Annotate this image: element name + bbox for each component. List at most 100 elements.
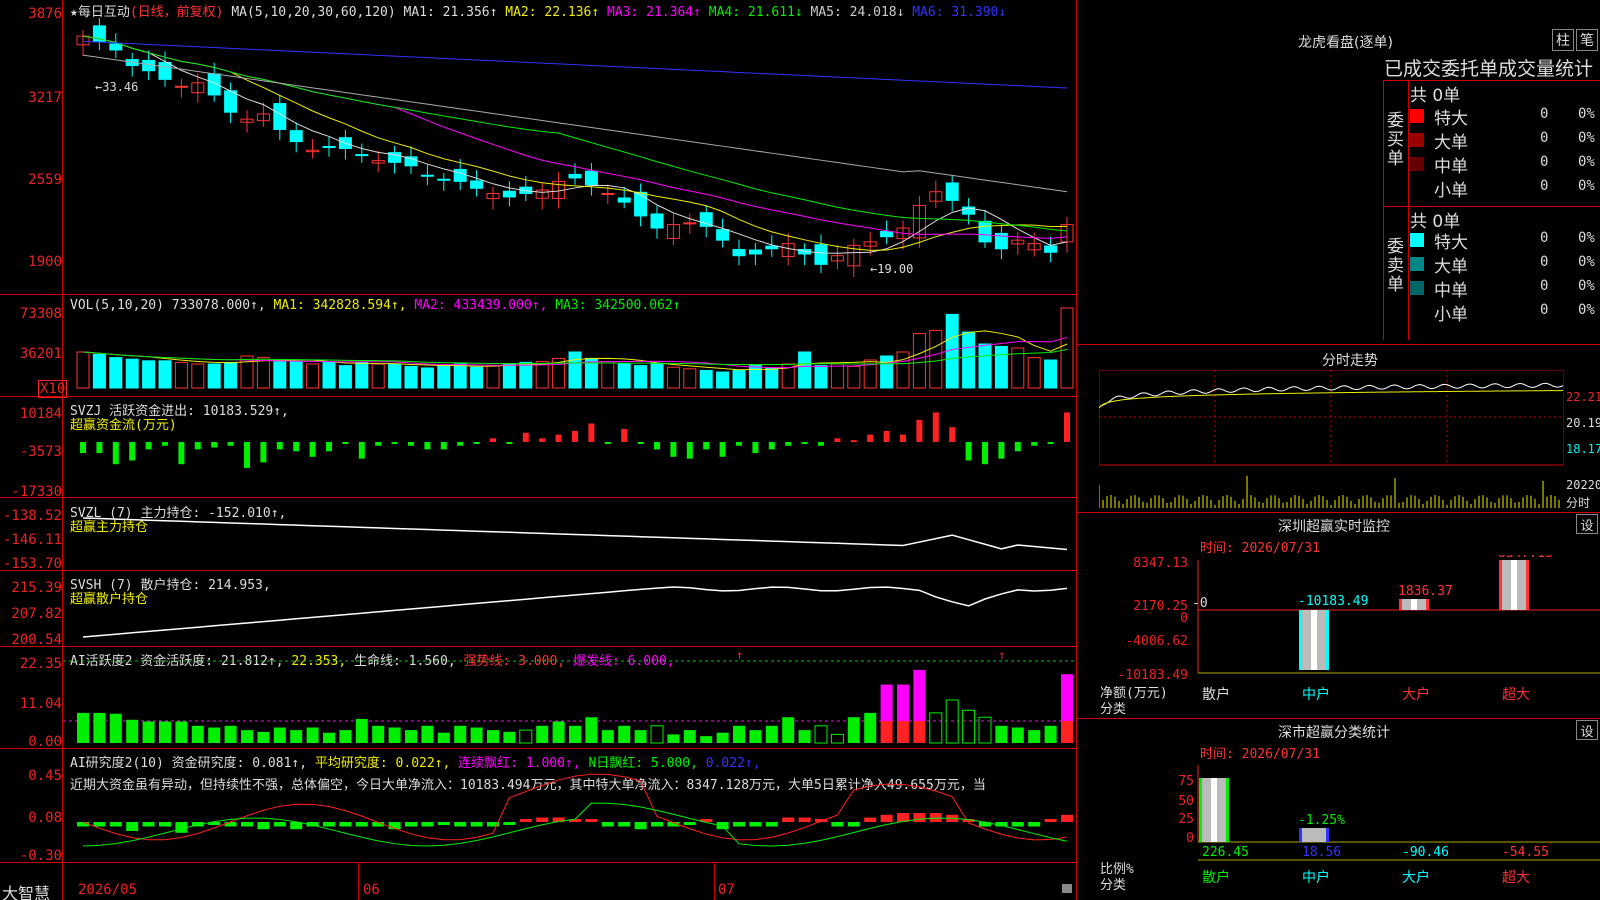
intraday-chart[interactable] (1099, 370, 1564, 510)
svzj-bar (506, 442, 513, 444)
ss-bar-sanhu-edge (1199, 778, 1202, 842)
volume-bar (880, 355, 894, 389)
svzj-bar (654, 442, 660, 450)
volume-bar (1044, 359, 1058, 389)
svzl-chart[interactable] (63, 498, 1076, 570)
candlestick-chart[interactable] (63, 18, 1076, 293)
sz-val-chaoda: 8347.13 (1498, 555, 1553, 561)
ai2-bar (798, 817, 811, 822)
svzj-bar (555, 434, 562, 442)
volume-bar (470, 366, 484, 389)
ai1-bar (749, 730, 762, 743)
sz-bar-dahu-hl (1411, 599, 1417, 610)
svzj-ytick-1: 10184 (19, 406, 62, 422)
ai2-bar (634, 822, 647, 830)
volume-bar (224, 361, 238, 389)
ai1-bar (93, 712, 106, 743)
ss-stats-chart[interactable]: 75 50 25 0 -1.25% 226.45 18.56 -90.46 -54.55 散户 中户… (1076, 760, 1600, 900)
candle-body (453, 168, 467, 182)
ai2-chart[interactable] (63, 749, 1076, 862)
svzj-bar (588, 423, 595, 442)
svzj-bar (949, 427, 956, 442)
ss-settings-button[interactable]: 设 (1576, 720, 1598, 740)
ai1-bar-top (1061, 674, 1073, 721)
ai1-bar (126, 719, 139, 743)
ai1-bar (109, 713, 122, 743)
ai1-bar (995, 725, 1008, 743)
sz-cat-0: 散户 (1202, 686, 1230, 703)
ai2-bar (142, 822, 155, 827)
ai1-bar (339, 730, 352, 743)
sz-unit-2: 分类 (1100, 702, 1127, 717)
volume-bar (765, 367, 779, 389)
sell-row-swatch (1410, 257, 1424, 271)
candle-body (634, 191, 648, 217)
candle-body (601, 192, 615, 195)
sell-row-count: 0 (1540, 254, 1549, 270)
buy-label: 委买单 (1387, 111, 1404, 169)
volume-bar (273, 361, 287, 389)
sz-settings-button[interactable]: 设 (1576, 514, 1598, 534)
candle-body (174, 85, 188, 88)
ai1-bar (634, 730, 647, 743)
volume-bar (109, 357, 123, 389)
lhkp-tabs[interactable]: 已成交委托单成交量统计 (1384, 54, 1600, 81)
main-ytick-1: 3876 (28, 6, 62, 22)
ai1-bar (470, 727, 483, 743)
buy-row-name: 小单 (1434, 181, 1468, 201)
ss-ytick: 0 (1186, 831, 1194, 846)
svzj-bar (293, 442, 300, 452)
volume-bar (158, 360, 172, 389)
ai2-bar (93, 822, 106, 827)
volume-bar (601, 361, 615, 389)
ai2-bar (651, 822, 663, 827)
candle-body (650, 213, 664, 229)
svzj-bar (424, 442, 431, 450)
tick-mode-button[interactable]: 笔 (1576, 29, 1598, 51)
volume-bar (683, 368, 697, 389)
sell-label: 委卖单 (1387, 237, 1404, 295)
volume-chart[interactable] (63, 295, 1076, 395)
ai1-ytick-2: 11.04 (19, 696, 62, 712)
candle-body (748, 249, 762, 255)
sz-cat-1: 中户 (1302, 686, 1330, 703)
ai1-bar (306, 727, 319, 743)
ai1-bar (716, 732, 729, 743)
ai2-bar (913, 813, 926, 822)
ai1-arrow: ↑ (998, 648, 1005, 662)
sz-bar-zhonghu-hl (1311, 610, 1317, 670)
bar-mode-button[interactable]: 柱 (1552, 29, 1574, 51)
ai1-chart[interactable]: ↑↑↑ (63, 647, 1076, 748)
xaxis-label-3: 07 (718, 882, 735, 898)
ai2-bar (601, 822, 614, 827)
svzj-chart[interactable] (63, 397, 1076, 497)
buy-row-count: 0 (1540, 178, 1549, 194)
svzj-bar (604, 442, 611, 444)
ai2-bar (1044, 819, 1057, 822)
svzj-bar (490, 438, 496, 442)
svzj-bar (867, 434, 874, 442)
svzj-bar (96, 442, 103, 454)
ai1-bar (257, 731, 270, 743)
ai2-bar (339, 822, 352, 827)
svzj-bar (194, 442, 201, 450)
svzj-bar (1031, 442, 1038, 446)
volume-bar (502, 363, 516, 389)
ai1-bar (224, 725, 237, 743)
svzj-bar (211, 442, 218, 448)
ss-cat-0: 散户 (1202, 869, 1230, 886)
lock-icon (1062, 884, 1072, 893)
ss-ytick: 75 (1178, 774, 1194, 789)
sell-row-swatch (1410, 305, 1424, 319)
svsh-chart[interactable] (63, 571, 1076, 646)
sell-row-pct: 0% (1578, 230, 1595, 246)
ai1-bar (175, 721, 188, 743)
low-price-label: ←19.00 (870, 262, 914, 276)
buy-row-count: 0 (1540, 154, 1549, 170)
sz-cat-3: 超大 (1502, 687, 1530, 703)
ai1-bar (437, 732, 450, 743)
ai1-bar (700, 736, 713, 743)
fs-bottom-1: 20220 (1566, 478, 1600, 492)
volume-bar (814, 365, 828, 389)
ai2-bar (77, 822, 89, 827)
